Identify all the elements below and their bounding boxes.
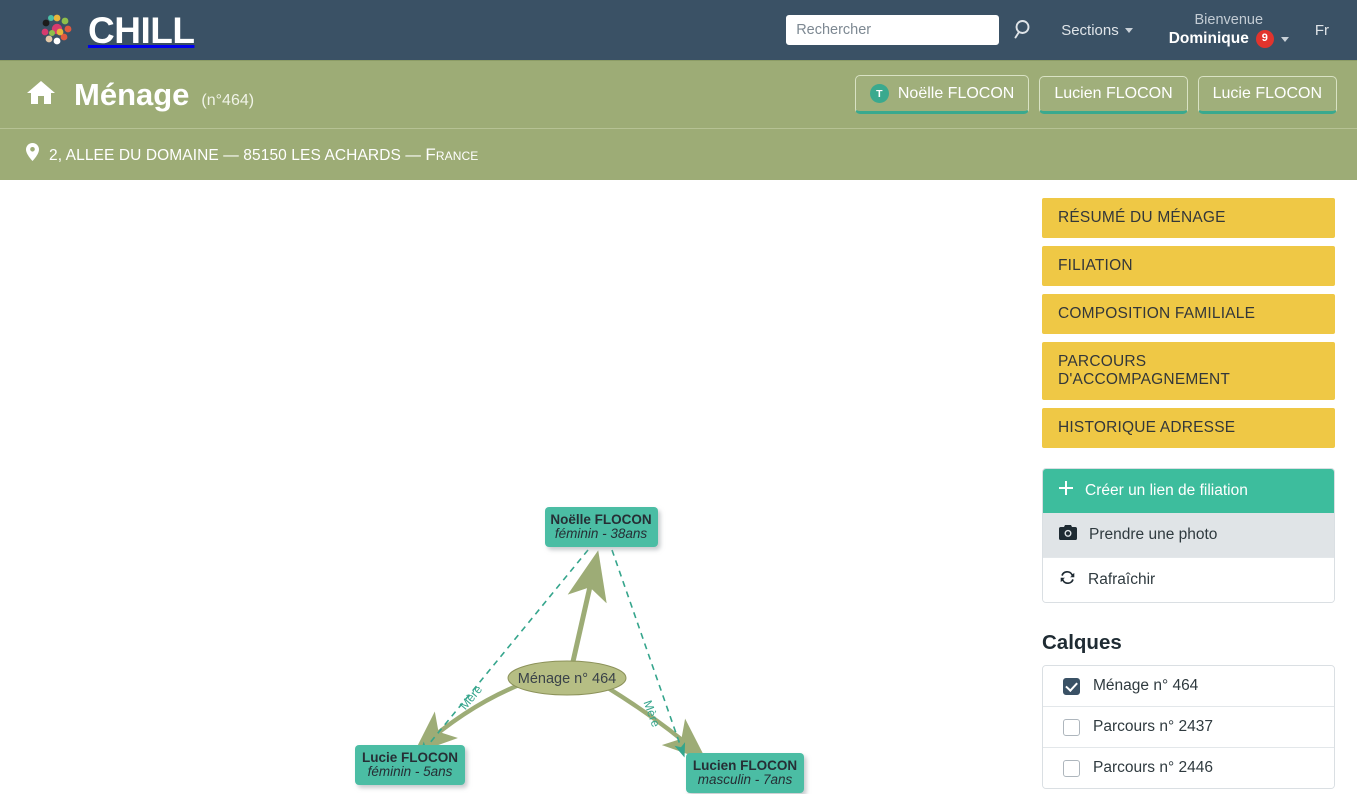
camera-icon [1059, 525, 1077, 545]
chevron-down-icon [1281, 37, 1289, 42]
refresh-icon [1059, 570, 1076, 590]
search-icon [1013, 18, 1035, 43]
person-node-noelle-detail: féminin - 38ans [555, 526, 648, 541]
welcome-label: Bienvenue [1195, 11, 1264, 29]
sidebar-item-filiation[interactable]: FILIATION [1042, 246, 1335, 286]
navbar-right-group: Sections Bienvenue Dominique 9 Fr [786, 11, 1343, 49]
layers-heading: Calques [1042, 631, 1335, 655]
person-node-lucie-detail: féminin - 5ans [368, 764, 453, 779]
layer-item-menage-464[interactable]: Ménage n° 464 [1043, 666, 1334, 707]
page-header-band: Ménage (n°464) T Noëlle FLOCON Lucien FL… [0, 60, 1357, 128]
holder-icon: T [870, 84, 889, 103]
refresh-label: Rafraîchir [1088, 571, 1155, 589]
household-graph[interactable]: Mère Mère Ménage n° 464 Noëlle FLOCON fé… [0, 180, 1020, 794]
edge-noelle-mere-lucien [612, 550, 684, 756]
person-node-noelle[interactable]: Noëlle FLOCON féminin - 38ans [545, 507, 658, 547]
create-filiation-link-label: Créer un lien de filiation [1085, 482, 1248, 500]
person-node-lucie[interactable]: Lucie FLOCON féminin - 5ans [355, 745, 465, 785]
chevron-down-icon [1125, 28, 1133, 33]
refresh-button[interactable]: Rafraîchir [1043, 558, 1334, 602]
page-title-group: Ménage (n°464) [26, 79, 254, 111]
layer-label: Parcours n° 2446 [1093, 759, 1213, 777]
member-badge-noelle[interactable]: T Noëlle FLOCON [855, 75, 1029, 114]
sidebar-item-resume-menage[interactable]: RÉSUMÉ DU MÉNAGE [1042, 198, 1335, 238]
edge-menage-to-noelle [572, 560, 596, 666]
user-row: Dominique 9 [1169, 29, 1289, 48]
home-icon [26, 79, 56, 111]
filiation-edges: Mère Mère [420, 550, 684, 756]
take-photo-button[interactable]: Prendre une photo [1043, 513, 1334, 558]
create-filiation-link-button[interactable]: Créer un lien de filiation [1043, 469, 1334, 513]
household-graph-pane[interactable]: Mère Mère Ménage n° 464 Noëlle FLOCON fé… [0, 180, 1020, 794]
member-badge-label: Lucie FLOCON [1213, 85, 1322, 103]
plus-icon [1059, 481, 1073, 500]
address-text: 2, ALLEE DU DOMAINE — 85150 LES ACHARDS … [49, 145, 478, 165]
user-name: Dominique [1169, 29, 1249, 48]
brand-logo-link[interactable]: CHILL [38, 11, 194, 49]
user-menu[interactable]: Bienvenue Dominique 9 [1147, 11, 1305, 49]
right-sidebar: RÉSUMÉ DU MÉNAGE FILIATION COMPOSITION F… [1020, 180, 1357, 794]
layers-list: Ménage n° 464 Parcours n° 2437 Parcours … [1042, 665, 1335, 789]
address-street: 2, ALLEE DU DOMAINE — 85150 LES ACHARDS … [49, 147, 425, 164]
sidebar-item-composition-familiale[interactable]: COMPOSITION FAMILIALE [1042, 294, 1335, 334]
chill-pinwheel-logo-icon [38, 11, 76, 49]
layer-item-parcours-2446[interactable]: Parcours n° 2446 [1043, 748, 1334, 788]
layer-item-parcours-2437[interactable]: Parcours n° 2437 [1043, 707, 1334, 748]
main-content: Mère Mère Ménage n° 464 Noëlle FLOCON fé… [0, 180, 1357, 794]
action-list: Créer un lien de filiation Prendre une p… [1042, 468, 1335, 603]
member-badge-label: Noëlle FLOCON [898, 85, 1014, 103]
address-band: 2, ALLEE DU DOMAINE — 85150 LES ACHARDS … [0, 128, 1357, 180]
household-node[interactable]: Ménage n° 464 [508, 661, 626, 695]
person-node-noelle-name: Noëlle FLOCON [550, 512, 651, 527]
household-members-badges: T Noëlle FLOCON Lucien FLOCON Lucie FLOC… [855, 75, 1337, 114]
sections-label: Sections [1061, 22, 1119, 39]
map-pin-icon [26, 143, 39, 166]
brand-name: CHILL [88, 12, 194, 49]
sidebar-item-historique-adresse[interactable]: HISTORIQUE ADRESSE [1042, 408, 1335, 448]
address-country: France [425, 145, 478, 164]
person-node-lucien-name: Lucien FLOCON [693, 758, 797, 773]
edge-noelle-mere-lucie [420, 550, 588, 755]
member-badge-lucien[interactable]: Lucien FLOCON [1039, 76, 1187, 114]
notification-badge: 9 [1256, 30, 1274, 48]
person-node-lucien-detail: masculin - 7ans [698, 772, 793, 787]
search-input[interactable] [786, 15, 999, 45]
person-node-lucien[interactable]: Lucien FLOCON masculin - 7ans [686, 753, 804, 793]
layer-label: Ménage n° 464 [1093, 677, 1198, 695]
search-button[interactable] [999, 18, 1047, 43]
layer-checkbox-menage-464[interactable] [1063, 678, 1080, 695]
sections-menu[interactable]: Sections [1047, 22, 1147, 39]
person-node-lucie-name: Lucie FLOCON [362, 750, 458, 765]
top-navbar: CHILL Sections Bienvenue Dominique 9 [0, 0, 1357, 60]
page-title: Ménage [74, 79, 189, 110]
household-node-label: Ménage n° 464 [518, 671, 617, 687]
layer-label: Parcours n° 2437 [1093, 718, 1213, 736]
layer-checkbox-parcours-2446[interactable] [1063, 760, 1080, 777]
member-badge-lucie[interactable]: Lucie FLOCON [1198, 76, 1337, 114]
language-switcher[interactable]: Fr [1305, 22, 1343, 39]
take-photo-label: Prendre une photo [1089, 526, 1217, 544]
sidebar-item-parcours-accompagnement[interactable]: PARCOURS D'ACCOMPAGNEMENT [1042, 342, 1335, 400]
section-nav-buttons: RÉSUMÉ DU MÉNAGE FILIATION COMPOSITION F… [1042, 198, 1335, 448]
edge-label-mere-lucie: Mère [457, 682, 486, 712]
page-subtitle: (n°464) [201, 92, 254, 110]
search-group [786, 15, 1047, 45]
layer-checkbox-parcours-2437[interactable] [1063, 719, 1080, 736]
member-badge-label: Lucien FLOCON [1054, 85, 1172, 103]
